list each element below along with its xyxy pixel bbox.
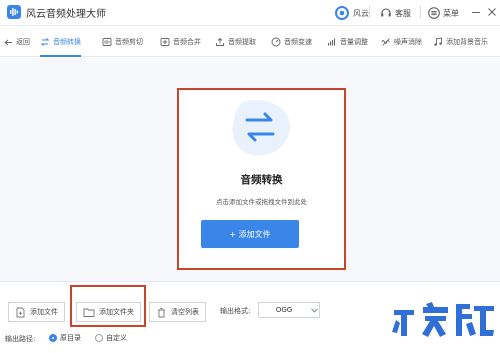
drop-zone-hint: 点击添加文件或拖拽文件到此处 — [216, 198, 307, 206]
tab-label: 音频变速 — [284, 38, 312, 46]
chevron-down-icon — [309, 307, 319, 313]
output-path-label: 输出路径: — [5, 335, 36, 343]
add-file-label: 添加文件 — [30, 308, 58, 316]
tab-label: 音频提取 — [228, 38, 256, 46]
tab-volume-adjust[interactable]: 音量调整 — [327, 27, 368, 57]
convert-icon — [40, 38, 50, 46]
headset-icon — [381, 8, 391, 17]
clear-list-label: 清空列表 — [171, 308, 199, 316]
audio-convert-icon — [232, 99, 290, 156]
tab-noise-removal[interactable]: 噪声消除 — [381, 27, 422, 57]
app-title: 风云音频处理大师 — [26, 9, 106, 20]
titlebar-divider — [369, 6, 370, 18]
minimize-button[interactable] — [468, 4, 484, 20]
feature-nav: 返回 音频转换 音频剪切 音频合并 音频提取 音频变速 音量调整 噪声消除 添加… — [0, 27, 500, 57]
tab-audio-merge[interactable]: 音频合并 — [160, 27, 201, 57]
tab-label: 音频转换 — [53, 38, 81, 46]
tab-label: 音量调整 — [340, 38, 368, 46]
radio-dot — [95, 334, 103, 342]
tab-label: 音频合并 — [173, 38, 201, 46]
music-icon — [434, 37, 442, 46]
close-button[interactable] — [484, 4, 500, 20]
output-path-original-radio[interactable]: 原目录 — [49, 333, 81, 343]
radio-dot — [49, 334, 57, 342]
output-format-select[interactable]: OGG — [258, 302, 320, 318]
user-name: 风云 — [353, 8, 369, 18]
user-avatar-icon — [335, 6, 349, 20]
user-account[interactable]: 风云 — [335, 3, 369, 23]
back-button[interactable]: 返回 — [4, 27, 30, 57]
app-logo-icon — [7, 5, 21, 19]
output-path-custom-radio[interactable]: 自定义 — [95, 333, 127, 343]
add-file-icon — [16, 307, 25, 317]
extract-icon — [216, 37, 224, 46]
tab-label: 噪声消除 — [394, 38, 422, 46]
tab-audio-speed[interactable]: 音频变速 — [271, 27, 312, 57]
watermark-logo — [392, 302, 494, 337]
denoise-icon — [381, 38, 390, 46]
add-file-button[interactable]: 添加文件 — [8, 302, 65, 322]
tab-audio-convert[interactable]: 音频转换 — [40, 27, 81, 57]
tab-label: 音频剪切 — [115, 38, 143, 46]
file-drop-zone[interactable]: 音频转换 点击添加文件或拖拽文件到此处 + 添加文件 — [177, 88, 346, 270]
titlebar-divider — [420, 6, 421, 18]
close-icon — [488, 8, 496, 16]
support-button[interactable]: 客服 — [380, 3, 411, 23]
support-label: 客服 — [395, 8, 411, 18]
radio-label: 原目录 — [60, 334, 81, 342]
add-file-primary-button[interactable]: + 添加文件 — [201, 220, 299, 248]
back-label: 返回 — [16, 38, 30, 46]
merge-icon — [160, 38, 170, 46]
menu-label: 菜单 — [443, 8, 459, 18]
cut-icon — [102, 38, 112, 46]
tab-add-background-music[interactable]: 添加背景音乐 — [433, 27, 488, 57]
drop-zone-title: 音频转换 — [240, 174, 283, 186]
minimize-icon — [472, 12, 480, 13]
output-format-value: OGG — [275, 306, 293, 314]
speed-icon — [271, 37, 281, 47]
back-arrow-icon — [4, 38, 12, 46]
clear-list-button[interactable]: 清空列表 — [149, 302, 206, 322]
radio-label: 自定义 — [106, 334, 127, 342]
highlight-frame — [70, 285, 146, 327]
title-bar: 风云音频处理大师 风云 客服 菜单 — [0, 0, 500, 26]
output-format-label: 输出格式: — [220, 307, 251, 315]
volume-icon — [327, 38, 336, 46]
menu-icon — [428, 7, 440, 19]
add-file-primary-label: + 添加文件 — [229, 229, 271, 239]
menu-button[interactable]: 菜单 — [428, 3, 459, 23]
tab-audio-extract[interactable]: 音频提取 — [215, 27, 256, 57]
tab-audio-cut[interactable]: 音频剪切 — [102, 27, 143, 57]
tab-label: 添加背景音乐 — [446, 38, 488, 46]
trash-icon — [158, 307, 165, 317]
